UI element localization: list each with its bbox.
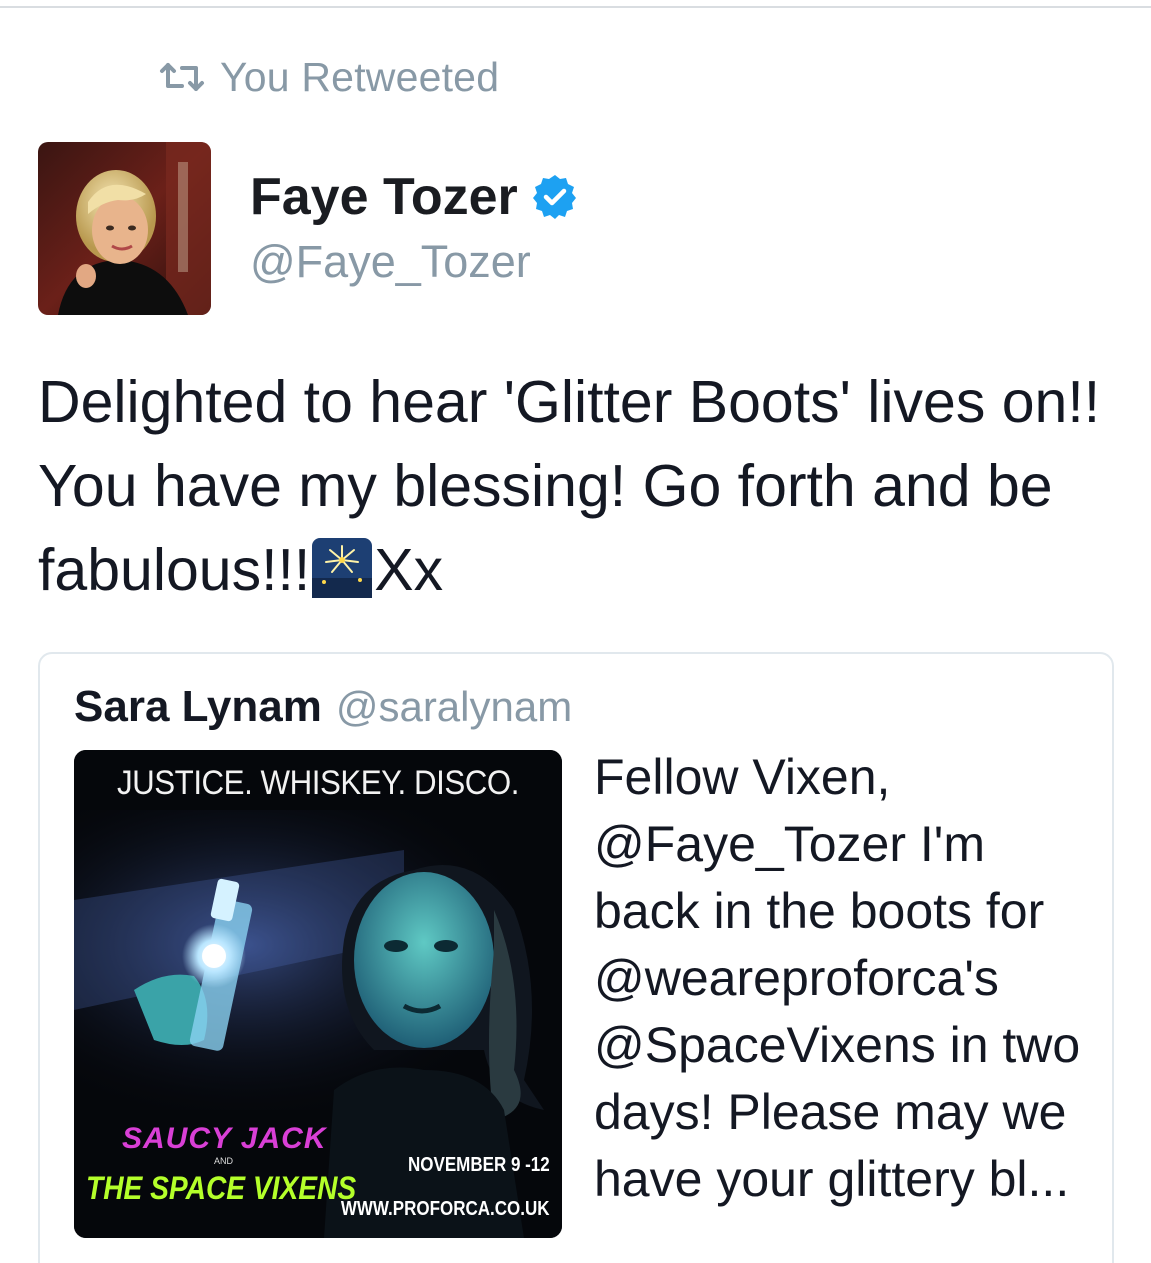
verified-badge-icon	[530, 172, 580, 222]
tweet-author[interactable]: Faye Tozer @Faye_Tozer	[250, 162, 580, 288]
poster-url: WWW.PROFORCA.CO.UK	[341, 1198, 550, 1220]
top-divider	[0, 6, 1151, 8]
quoted-tweet-image[interactable]: JUSTICE. WHISKEY. DISCO. SAUCY JACK AND …	[74, 750, 562, 1238]
retweet-icon	[158, 57, 220, 97]
poster-dates: NOVEMBER 9 -12	[408, 1154, 550, 1176]
author-handle[interactable]: @Faye_Tozer	[250, 236, 580, 288]
quoted-tweet-card[interactable]: Sara Lynam @saralynam JUSTICE. WHISKEY. …	[38, 652, 1114, 1263]
poster-title-space-vixens: THE SPACE VIXENS	[86, 1170, 357, 1206]
poster-headline: JUSTICE. WHISKEY. DISCO.	[116, 764, 520, 802]
fireworks-emoji-icon	[312, 536, 373, 598]
avatar[interactable]	[38, 142, 211, 315]
tweet-text: Delighted to hear 'Glitter Boots' lives …	[38, 360, 1118, 612]
author-name[interactable]: Faye Tozer	[250, 167, 518, 227]
poster-title-saucy-jack: SAUCY JACK	[122, 1122, 327, 1155]
poster-title-and: AND	[214, 1156, 234, 1166]
quoted-tweet-author[interactable]: Sara Lynam @saralynam	[74, 682, 572, 732]
quoted-author-handle[interactable]: @saralynam	[336, 683, 572, 731]
tweet-text-signoff: Xx	[374, 537, 444, 603]
retweet-context: You Retweeted	[158, 50, 499, 104]
retweet-label: You Retweeted	[220, 53, 500, 100]
tweet-text-body: Delighted to hear 'Glitter Boots' lives …	[38, 369, 1101, 603]
quoted-author-name[interactable]: Sara Lynam	[74, 682, 322, 732]
quoted-tweet-text: Fellow Vixen, @Faye_Tozer I'm back in th…	[594, 749, 1081, 1207]
